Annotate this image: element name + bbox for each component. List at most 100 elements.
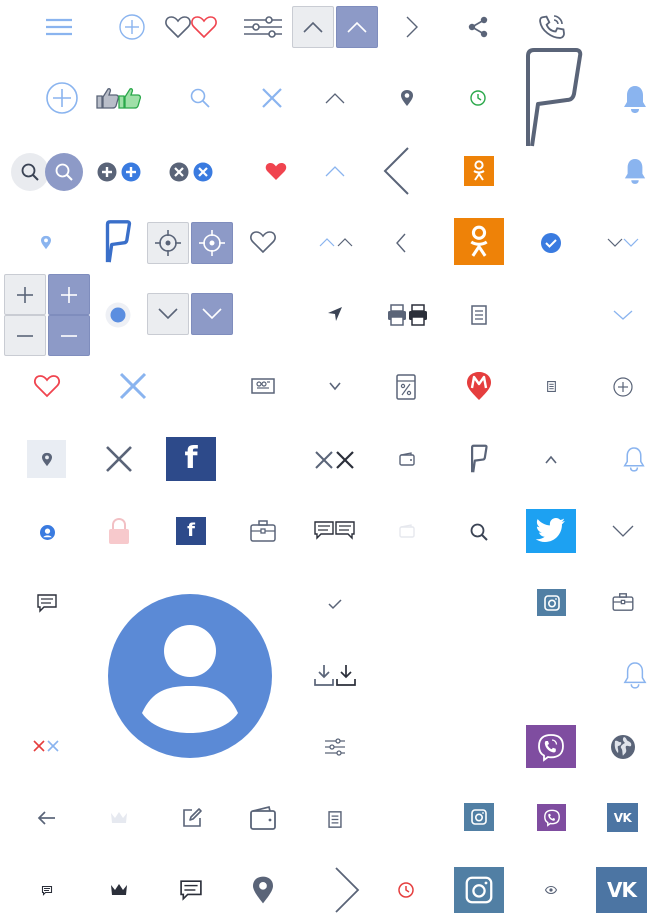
viber-icon[interactable] (537, 804, 566, 831)
download-icon[interactable] (313, 662, 357, 688)
ticket-icon[interactable] (250, 376, 276, 396)
briefcase-icon[interactable] (249, 517, 277, 545)
locate-button-active[interactable] (191, 222, 233, 264)
close-icon[interactable] (117, 370, 149, 402)
zoom-out-button[interactable] (4, 315, 46, 356)
wallet-icon[interactable] (397, 450, 417, 468)
vk-icon[interactable]: VK (596, 867, 647, 913)
instagram-icon[interactable] (454, 867, 504, 913)
scroll-up-button[interactable] (292, 6, 334, 48)
printer-icon[interactable] (386, 302, 430, 328)
chevron-up-icon[interactable] (543, 454, 559, 466)
bell-icon[interactable] (620, 658, 650, 692)
chevron-left-icon[interactable] (392, 230, 410, 256)
eye-icon[interactable] (543, 884, 559, 896)
odnoklassniki-icon[interactable] (454, 218, 504, 265)
chat-icon[interactable] (313, 519, 357, 543)
document-icon[interactable] (325, 808, 345, 830)
viber-icon[interactable] (526, 725, 576, 768)
edit-icon[interactable] (180, 806, 204, 830)
add-icon[interactable] (95, 160, 143, 184)
phone-call-icon[interactable] (537, 11, 567, 43)
clock-icon[interactable] (396, 880, 416, 900)
locate-button[interactable] (147, 222, 189, 264)
facebook-icon[interactable]: f (176, 517, 206, 545)
sliders-icon[interactable] (243, 14, 283, 40)
search-button[interactable] (11, 153, 49, 191)
plus-circle-icon[interactable] (117, 12, 147, 42)
radio-icon[interactable] (104, 301, 132, 329)
instagram-icon[interactable] (537, 589, 566, 616)
chevron-down-icon[interactable] (611, 308, 635, 322)
heart-outline-icon[interactable] (164, 13, 192, 41)
heart-outline-icon[interactable] (248, 228, 278, 256)
chat-icon[interactable] (40, 883, 54, 897)
sliders-icon[interactable] (324, 736, 346, 758)
chevron-right-icon[interactable] (400, 12, 424, 42)
chevron-up-icon[interactable] (318, 234, 354, 250)
heart-red-outline-icon[interactable] (190, 13, 218, 41)
chat-icon[interactable] (178, 878, 204, 902)
document-icon[interactable] (468, 303, 490, 327)
zoom-out-button-active[interactable] (48, 315, 90, 356)
search-button-active[interactable] (45, 153, 83, 191)
chevron-down-icon[interactable] (610, 522, 636, 540)
check-icon[interactable] (326, 597, 344, 611)
instagram-icon[interactable] (464, 803, 494, 831)
flag-icon[interactable] (520, 47, 583, 149)
menu-icon[interactable] (44, 12, 74, 42)
user-circle-icon[interactable] (38, 523, 56, 541)
globe-icon[interactable] (608, 732, 638, 762)
chevron-left-icon[interactable] (380, 145, 412, 197)
heart-icon[interactable] (263, 159, 289, 183)
metro-icon[interactable] (465, 370, 493, 402)
location-pin-icon[interactable] (38, 233, 54, 251)
location-pin-icon[interactable] (396, 87, 418, 109)
chevron-up-icon[interactable] (323, 161, 347, 181)
vk-icon[interactable]: VK (607, 803, 638, 832)
bell-icon[interactable] (621, 155, 649, 187)
close-icon[interactable] (32, 738, 62, 754)
wallet-icon[interactable] (397, 522, 417, 540)
zoom-in-button[interactable] (4, 274, 46, 315)
flag-icon[interactable] (103, 220, 133, 264)
search-icon[interactable] (188, 86, 212, 110)
briefcase-icon[interactable] (610, 591, 636, 613)
scroll-up-button-active[interactable] (336, 6, 378, 48)
clock-icon[interactable] (468, 88, 488, 108)
plus-circle-icon[interactable] (611, 375, 635, 399)
close-icon[interactable] (104, 444, 134, 474)
chevron-down-icon[interactable] (606, 235, 640, 251)
flag-icon[interactable] (468, 444, 490, 474)
close-icon[interactable] (259, 85, 285, 111)
crown-icon[interactable] (107, 880, 131, 900)
lock-icon[interactable] (106, 516, 132, 546)
avatar-icon[interactable] (106, 592, 274, 760)
heart-outline-icon[interactable] (32, 373, 62, 399)
wallet-icon[interactable] (248, 804, 278, 832)
chevron-up-icon[interactable] (323, 88, 347, 108)
check-circle-icon[interactable] (540, 232, 562, 254)
search-icon[interactable] (468, 521, 490, 543)
document-icon[interactable] (544, 379, 558, 393)
close-icon[interactable] (167, 160, 215, 184)
scroll-down-button-active[interactable] (191, 293, 233, 335)
facebook-icon[interactable]: f (166, 437, 216, 481)
close-icon[interactable] (314, 449, 356, 471)
bell-icon[interactable] (620, 82, 650, 116)
chat-icon[interactable] (35, 591, 59, 615)
zoom-in-button-active[interactable] (48, 274, 90, 315)
location-pin-button[interactable] (27, 440, 66, 478)
bell-icon[interactable] (620, 444, 648, 474)
odnoklassniki-icon[interactable] (464, 156, 494, 186)
chevron-right-icon[interactable] (333, 866, 361, 914)
arrow-left-icon[interactable] (35, 808, 59, 828)
location-pin-icon[interactable] (248, 874, 278, 906)
scroll-down-button[interactable] (147, 293, 189, 335)
plus-circle-icon[interactable] (45, 81, 79, 115)
share-icon[interactable] (464, 13, 492, 41)
navigation-arrow-icon[interactable] (326, 305, 344, 323)
thumbs-up-icon[interactable] (94, 84, 144, 112)
twitter-icon[interactable] (526, 509, 576, 553)
crown-icon[interactable] (107, 808, 131, 828)
